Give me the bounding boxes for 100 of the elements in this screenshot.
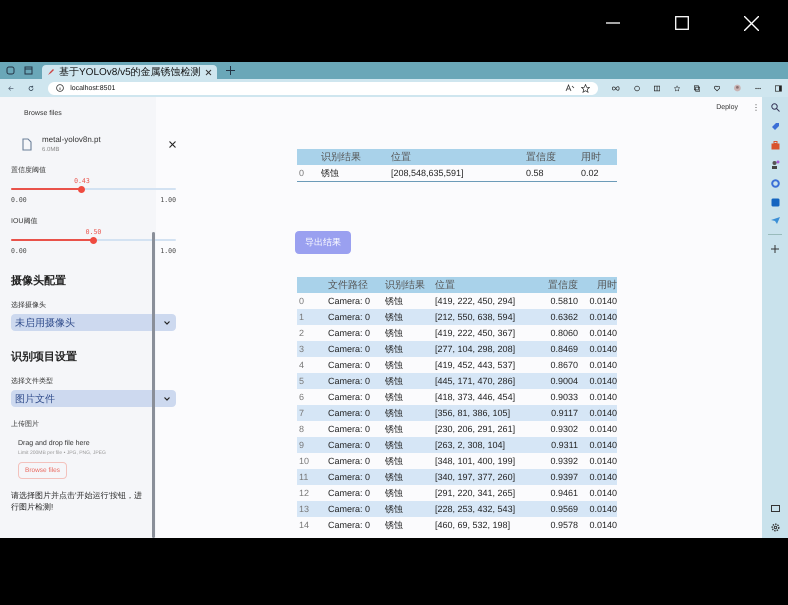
sidebar-toggle-icon[interactable] bbox=[775, 84, 782, 92]
search-icon[interactable] bbox=[770, 103, 780, 112]
back-icon[interactable] bbox=[8, 84, 14, 92]
table-cell-text: 锈蚀 bbox=[384, 374, 404, 388]
workspaces-icon[interactable] bbox=[6, 66, 15, 75]
more-icon[interactable] bbox=[755, 86, 762, 90]
table-cell-text: 锈蚀 bbox=[384, 502, 404, 516]
row-index: 12 bbox=[298, 488, 310, 498]
row-index: 10 bbox=[298, 456, 310, 466]
collections-icon[interactable] bbox=[694, 84, 700, 92]
table-cell-text: 0.9033 bbox=[549, 392, 578, 402]
close-icon[interactable] bbox=[204, 68, 212, 76]
table-cell-text: 0.9311 bbox=[550, 440, 578, 450]
section-heading: 摄像头配置 bbox=[11, 274, 67, 288]
column-header: 位置 bbox=[390, 150, 412, 164]
toolbox-icon[interactable] bbox=[770, 141, 780, 150]
row-index: 14 bbox=[298, 520, 310, 530]
row-index: 1 bbox=[298, 312, 306, 322]
table-cell-text: 0.5810 bbox=[549, 296, 578, 306]
table-cell-text: Camera: 0 bbox=[327, 456, 372, 466]
select-box[interactable]: 图片文件 bbox=[11, 390, 176, 407]
browser-tab[interactable]: 基于YOLOv8/v5的金属锈蚀检测 bbox=[42, 65, 217, 79]
table-cell-text: 锈蚀 bbox=[384, 406, 404, 420]
table-cell-text: 锈蚀 bbox=[384, 390, 404, 404]
table-cell-text: [460, 69, 532, 198] bbox=[434, 520, 512, 530]
table-cell-text: 锈蚀 bbox=[384, 326, 404, 340]
column-header: 位置 bbox=[434, 278, 456, 292]
table-cell-text: 锈蚀 bbox=[384, 454, 404, 468]
table-cell-text: 锈蚀 bbox=[384, 486, 404, 500]
table-cell-text: [228, 253, 432, 543] bbox=[434, 504, 516, 514]
table-cell-text: [230, 206, 291, 261] bbox=[434, 424, 516, 434]
table-cell-text: 锈蚀 bbox=[384, 358, 404, 372]
slider-thumb[interactable] bbox=[90, 236, 97, 244]
column-header: 用时 bbox=[596, 278, 617, 292]
row-index: 8 bbox=[298, 424, 306, 434]
table-cell-text: 0.0140 bbox=[588, 424, 617, 434]
table-cell-text: 0.0140 bbox=[588, 376, 617, 386]
add-icon[interactable] bbox=[771, 245, 779, 253]
favorites-icon[interactable] bbox=[674, 84, 680, 92]
table-cell-text: 0.0140 bbox=[588, 296, 617, 306]
table-cell-text: 0.8469 bbox=[549, 344, 578, 354]
scrollbar[interactable] bbox=[152, 232, 155, 538]
new-tab-icon[interactable] bbox=[226, 66, 235, 75]
table-cell-text: 锈蚀 bbox=[384, 470, 404, 484]
read-aloud-icon[interactable] bbox=[565, 84, 576, 92]
table-cell-text: 0.58 bbox=[525, 168, 545, 178]
plane-icon[interactable] bbox=[770, 217, 780, 224]
circle-icon[interactable] bbox=[770, 179, 780, 188]
table-cell-text: [208,548,635,591] bbox=[390, 168, 465, 178]
row-index: 0 bbox=[298, 296, 306, 306]
table-cell-text: Camera: 0 bbox=[327, 360, 372, 370]
table-cell-text: 0.0140 bbox=[588, 312, 617, 322]
close-icon[interactable] bbox=[169, 140, 176, 148]
row-index: 3 bbox=[298, 344, 306, 354]
table-cell-text: Camera: 0 bbox=[327, 440, 372, 450]
row-index: 9 bbox=[298, 440, 306, 450]
table-cell-text: [291, 220, 341, 265] bbox=[434, 488, 516, 498]
table-cell-text: 0.0140 bbox=[588, 440, 617, 450]
heart-icon[interactable] bbox=[714, 84, 720, 92]
table-cell-text: 0.0140 bbox=[588, 408, 617, 418]
table-cell-text: 0.9392 bbox=[549, 456, 578, 466]
maximize-icon[interactable] bbox=[675, 16, 689, 30]
select-box[interactable]: 未启用摄像头 bbox=[11, 314, 176, 331]
row-index: 5 bbox=[298, 376, 306, 386]
tab-title: 基于YOLOv8/v5的金属锈蚀检测 bbox=[59, 66, 201, 79]
split-screen-icon[interactable] bbox=[654, 84, 660, 92]
tab-list-icon[interactable] bbox=[24, 66, 33, 75]
chevron-down-icon bbox=[164, 320, 170, 324]
table-cell-text: 0.9578 bbox=[549, 520, 578, 530]
table-cell-text: Camera: 0 bbox=[327, 472, 372, 482]
avatar-icon[interactable] bbox=[734, 83, 742, 93]
screen-icon[interactable] bbox=[770, 505, 780, 513]
menu-button[interactable]: ⋮ bbox=[752, 103, 760, 112]
tag-icon[interactable] bbox=[770, 122, 780, 131]
column-header: 用时 bbox=[580, 150, 602, 164]
table-cell-text: Camera: 0 bbox=[327, 488, 372, 498]
table-cell-text: 0.9461 bbox=[549, 488, 578, 498]
table-cell-text: Camera: 0 bbox=[327, 504, 372, 514]
table-cell-text: 0.0140 bbox=[588, 488, 617, 498]
table-cell-text: 0.0140 bbox=[588, 456, 617, 466]
table-cell-text: 0.02 bbox=[580, 168, 600, 178]
row-index: 7 bbox=[298, 408, 306, 418]
file-name: metal-yolov8n.pt bbox=[42, 135, 102, 144]
table-cell-text: Camera: 0 bbox=[327, 520, 372, 530]
row-index: 0 bbox=[298, 168, 306, 178]
reload-icon[interactable] bbox=[28, 84, 34, 92]
table-cell-text: 0.8670 bbox=[549, 360, 578, 370]
table-cell-text: Camera: 0 bbox=[327, 424, 372, 434]
table-cell-text: 0.0140 bbox=[588, 520, 617, 530]
table-cell-text: 0.9117 bbox=[550, 408, 578, 418]
table-cell-text: 0.8060 bbox=[549, 328, 578, 338]
slider-thumb[interactable] bbox=[78, 186, 86, 192]
star-icon[interactable] bbox=[581, 84, 590, 92]
table-cell-text: 锈蚀 bbox=[384, 294, 404, 308]
row-index: 13 bbox=[298, 504, 310, 514]
table-cell-text: 0.0140 bbox=[588, 392, 617, 402]
infinity-icon[interactable] bbox=[612, 84, 620, 92]
table-cell-text: [263, 2, 308, 104] bbox=[434, 440, 506, 450]
hint-text: 请选择图片并点击'开始运行'按钮，进行图片检测! bbox=[11, 491, 143, 514]
settings-icon[interactable] bbox=[770, 523, 780, 532]
